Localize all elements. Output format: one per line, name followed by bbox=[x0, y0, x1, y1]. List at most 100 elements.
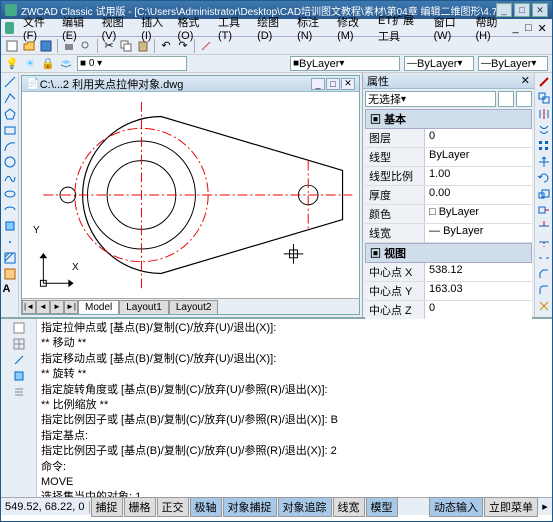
chamfer-icon[interactable] bbox=[537, 267, 551, 281]
prop-val-ltype[interactable]: ByLayer bbox=[425, 148, 532, 166]
quickselect-icon[interactable] bbox=[498, 91, 514, 107]
dist-icon[interactable] bbox=[12, 353, 26, 367]
color-combo[interactable]: ■ ByLayer ▾ bbox=[290, 56, 400, 71]
spline-icon[interactable] bbox=[3, 171, 17, 185]
ellipse-icon[interactable] bbox=[3, 187, 17, 201]
prop-group-view[interactable]: ▣ 视图 bbox=[365, 243, 532, 263]
array-icon[interactable] bbox=[537, 139, 551, 153]
trim-icon[interactable] bbox=[537, 219, 551, 233]
doc-min-button[interactable]: _ bbox=[311, 78, 325, 90]
fillet-icon[interactable] bbox=[537, 283, 551, 297]
sun-icon[interactable]: ☀ bbox=[23, 57, 37, 71]
circle-icon[interactable] bbox=[3, 155, 17, 169]
status-osnap[interactable]: 对象捕捉 bbox=[223, 497, 277, 517]
prop-val-lw[interactable]: — ByLayer bbox=[425, 224, 532, 242]
status-model[interactable]: 模型 bbox=[366, 497, 398, 517]
text-icon[interactable]: A bbox=[3, 283, 17, 297]
prop-val-color[interactable]: □ ByLayer bbox=[425, 205, 532, 223]
break-icon[interactable] bbox=[537, 251, 551, 265]
menu-help[interactable]: 帮助(H) bbox=[470, 13, 508, 43]
stretch-icon[interactable] bbox=[537, 203, 551, 217]
tab-model[interactable]: Model bbox=[78, 300, 119, 314]
close-button[interactable]: ✕ bbox=[532, 3, 548, 17]
cut-icon[interactable]: ✂ bbox=[102, 39, 116, 53]
tab-last-button[interactable]: ►| bbox=[64, 300, 78, 314]
linetype-combo[interactable]: — ByLayer ▾ bbox=[404, 56, 474, 71]
calc-icon[interactable] bbox=[12, 321, 26, 335]
region-icon[interactable] bbox=[3, 267, 17, 281]
mirror-icon[interactable] bbox=[537, 107, 551, 121]
prop-val-layer[interactable]: 0 bbox=[425, 129, 532, 147]
undo-icon[interactable]: ↶ bbox=[159, 39, 173, 53]
point-icon[interactable] bbox=[3, 235, 17, 249]
command-window[interactable]: 指定拉伸点或 [基点(B)/复制(C)/放弃(U)/退出(X)]:** 移动 *… bbox=[37, 319, 552, 497]
menu-draw[interactable]: 绘图(D) bbox=[252, 13, 290, 43]
layers-icon[interactable] bbox=[59, 57, 73, 71]
preview-icon[interactable] bbox=[79, 39, 93, 53]
redo-icon[interactable]: ↷ bbox=[176, 39, 190, 53]
bulb-icon[interactable]: 💡 bbox=[5, 57, 19, 71]
open-icon[interactable] bbox=[22, 39, 36, 53]
tab-layout2[interactable]: Layout2 bbox=[169, 300, 219, 314]
prop-group-basic[interactable]: ▣ 基本 bbox=[365, 109, 532, 129]
prop-val-cz[interactable]: 0 bbox=[425, 301, 532, 319]
grid-icon[interactable] bbox=[12, 337, 26, 351]
copy-icon[interactable] bbox=[119, 39, 133, 53]
doc-minimize-button[interactable]: _ bbox=[512, 22, 523, 34]
maximize-button[interactable]: □ bbox=[514, 3, 530, 17]
block-icon[interactable] bbox=[3, 219, 17, 233]
match-icon[interactable] bbox=[199, 39, 213, 53]
pickadd-icon[interactable] bbox=[516, 91, 532, 107]
status-dyn[interactable]: 动态输入 bbox=[429, 497, 483, 517]
status-arrow-icon[interactable]: ▸ bbox=[538, 500, 552, 514]
scale-icon[interactable] bbox=[537, 187, 551, 201]
doc-restore-button[interactable]: □ bbox=[525, 22, 536, 34]
doc-max-button[interactable]: □ bbox=[326, 78, 340, 90]
prop-val-cx[interactable]: 538.12 bbox=[425, 263, 532, 281]
offset-icon[interactable] bbox=[537, 123, 551, 137]
doc-close-button[interactable]: ✕ bbox=[341, 78, 355, 90]
status-otrack[interactable]: 对象追踪 bbox=[278, 497, 332, 517]
erase-icon[interactable] bbox=[537, 75, 551, 89]
prop-val-thick[interactable]: 0.00 bbox=[425, 186, 532, 204]
arc-icon[interactable] bbox=[3, 139, 17, 153]
prop-val-ltscale[interactable]: 1.00 bbox=[425, 167, 532, 185]
list-icon[interactable] bbox=[12, 385, 26, 399]
polygon-icon[interactable] bbox=[3, 107, 17, 121]
rotate-icon[interactable] bbox=[537, 171, 551, 185]
new-icon[interactable] bbox=[5, 39, 19, 53]
area-icon[interactable] bbox=[12, 369, 26, 383]
selection-combo[interactable]: 无选择 ▾ bbox=[365, 91, 496, 107]
print-icon[interactable] bbox=[62, 39, 76, 53]
tab-next-button[interactable]: ► bbox=[50, 300, 64, 314]
tab-first-button[interactable]: |◄ bbox=[22, 300, 36, 314]
menu-ext[interactable]: ET扩展工具 bbox=[373, 11, 427, 45]
properties-close-icon[interactable]: ✕ bbox=[521, 74, 530, 87]
tab-layout1[interactable]: Layout1 bbox=[119, 300, 169, 314]
lineweight-combo[interactable]: — ByLayer ▾ bbox=[478, 56, 548, 71]
layer-combo[interactable]: ■ 0 ▾ bbox=[77, 56, 187, 71]
menu-window[interactable]: 窗口(W) bbox=[429, 13, 469, 43]
copy2-icon[interactable] bbox=[537, 91, 551, 105]
menu-dim[interactable]: 标注(N) bbox=[292, 13, 330, 43]
line-icon[interactable] bbox=[3, 75, 17, 89]
tab-prev-button[interactable]: ◄ bbox=[36, 300, 50, 314]
ellarc-icon[interactable] bbox=[3, 203, 17, 217]
save-icon[interactable] bbox=[39, 39, 53, 53]
prop-val-cy[interactable]: 163.03 bbox=[425, 282, 532, 300]
hatch-icon[interactable] bbox=[3, 251, 17, 265]
lock-icon[interactable]: 🔒 bbox=[41, 57, 55, 71]
rect-icon[interactable] bbox=[3, 123, 17, 137]
extend-icon[interactable] bbox=[537, 235, 551, 249]
status-polar[interactable]: 极轴 bbox=[190, 497, 222, 517]
pline-icon[interactable] bbox=[3, 91, 17, 105]
menu-tools[interactable]: 工具(T) bbox=[213, 13, 250, 43]
menu-modify[interactable]: 修改(M) bbox=[332, 13, 371, 43]
status-snap[interactable]: 捕捉 bbox=[91, 497, 123, 517]
move-icon[interactable] bbox=[537, 155, 551, 169]
status-inst[interactable]: 立即菜单 bbox=[484, 497, 538, 517]
drawing-canvas[interactable]: X Y bbox=[22, 92, 359, 298]
explode-icon[interactable] bbox=[537, 299, 551, 313]
status-lw[interactable]: 线宽 bbox=[333, 497, 365, 517]
status-ortho[interactable]: 正交 bbox=[157, 497, 189, 517]
